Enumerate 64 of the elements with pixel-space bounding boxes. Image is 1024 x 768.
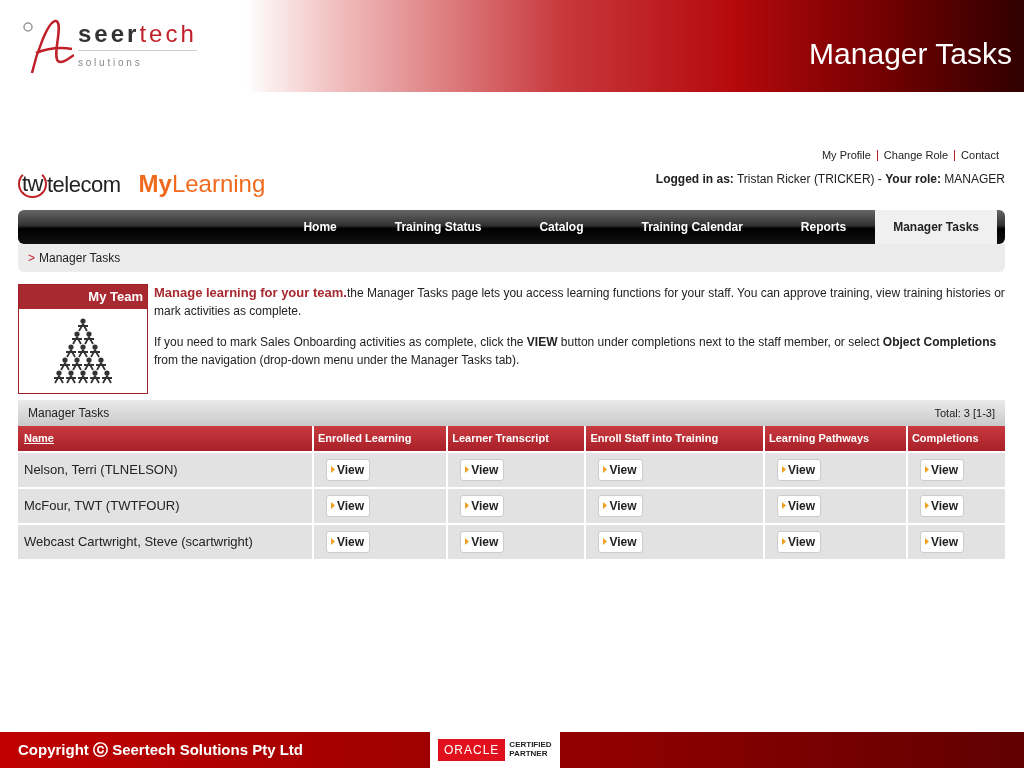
column-header: Enroll Staff into Training (585, 426, 764, 452)
view-button[interactable]: View (326, 458, 371, 481)
view-button[interactable]: View (460, 530, 505, 553)
column-header: Enrolled Learning (313, 426, 448, 452)
view-button[interactable]: View (326, 530, 371, 553)
column-header: Learner Transcript (447, 426, 586, 452)
login-info: Logged in as: Tristan Ricker (TRICKER) - Your role: MANAGER (655, 171, 1005, 188)
view-button[interactable]: View (919, 530, 965, 553)
breadcrumb-marker: > (28, 251, 35, 265)
top-link[interactable]: Contact (954, 150, 1005, 161)
view-button[interactable]: View (776, 458, 822, 481)
triangle-icon (603, 538, 608, 545)
table-cell: McFour, TWT (TWTFOUR) (18, 487, 313, 524)
nav-tab[interactable]: Home (274, 210, 366, 244)
view-button[interactable]: View (460, 458, 505, 481)
nav-tab[interactable]: Reports (771, 210, 876, 244)
triangle-icon (465, 538, 470, 545)
logo-tagline: s o l u t i o n s (78, 50, 197, 70)
view-button[interactable]: View (919, 458, 965, 481)
triangle-icon (603, 502, 608, 509)
triangle-icon (781, 502, 786, 509)
top-link[interactable]: My Profile (815, 150, 877, 161)
intro-paragraph: If you need to mark Sales Onboarding activities as complete, click the VIEW button under completions next to the staff member, or select Object Completions from the navigation (drop-down menu under the Manager Tasks tab). (154, 334, 998, 369)
logo-wordmark: seertech (78, 22, 197, 46)
triangle-icon (331, 538, 335, 545)
column-header: Learning Pathways (763, 426, 907, 452)
nav-tab[interactable]: Training Status (365, 210, 511, 244)
triangle-icon (924, 466, 929, 473)
nav-tab[interactable]: Manager Tasks (875, 210, 997, 244)
view-button[interactable]: View (776, 530, 822, 553)
slide-title: Manager Tasks (809, 36, 1013, 72)
sort-link[interactable]: Name (24, 432, 54, 444)
breadcrumb-link[interactable]: Manager Tasks (39, 251, 121, 265)
view-button[interactable]: View (460, 494, 505, 517)
triangle-icon (781, 538, 786, 545)
badge-caption: CERTIFIED PARTNER (509, 741, 552, 759)
column-header: Completions (906, 426, 1005, 452)
triangle-icon (465, 502, 470, 509)
view-button[interactable]: View (598, 494, 643, 517)
product-logo: MyLearning (138, 169, 266, 199)
triangle-icon (603, 466, 608, 473)
intro-paragraph: Manage learning for your team.the Manager Tasks page lets you access learning functions for your staff. You can approve training, view training histories or mark activities as complete. (154, 284, 1005, 320)
triangle-icon (331, 502, 335, 509)
nav-tab[interactable]: Training Calendar (612, 210, 772, 244)
triangle-icon (781, 466, 786, 473)
panel-title: My Team (19, 285, 147, 309)
triangle-icon (924, 538, 929, 545)
badge-brand: ORACLE (438, 739, 506, 761)
view-button[interactable]: View (776, 494, 822, 517)
triangle-icon (465, 466, 470, 473)
table-cell: Webcast Cartwright, Steve (scartwright) (18, 523, 313, 559)
view-button[interactable]: View (598, 530, 643, 553)
top-link[interactable]: Change Role (876, 150, 955, 161)
view-button[interactable]: View (598, 458, 643, 481)
table-cell: Nelson, Terri (TLNELSON) (18, 451, 313, 488)
total-count: Total: 3 [1-3] (934, 405, 995, 421)
view-button[interactable]: View (326, 494, 371, 517)
triangle-icon (924, 502, 929, 509)
triangle-icon (331, 466, 335, 473)
view-button[interactable]: View (919, 494, 965, 517)
copyright-text: Copyright ⓒ Seertech Solutions Pty Ltd (17, 739, 305, 760)
table-title: Manager Tasks (28, 405, 110, 422)
nav-tab[interactable]: Catalog (510, 210, 613, 244)
company-logo: tw telecom (18, 167, 121, 201)
